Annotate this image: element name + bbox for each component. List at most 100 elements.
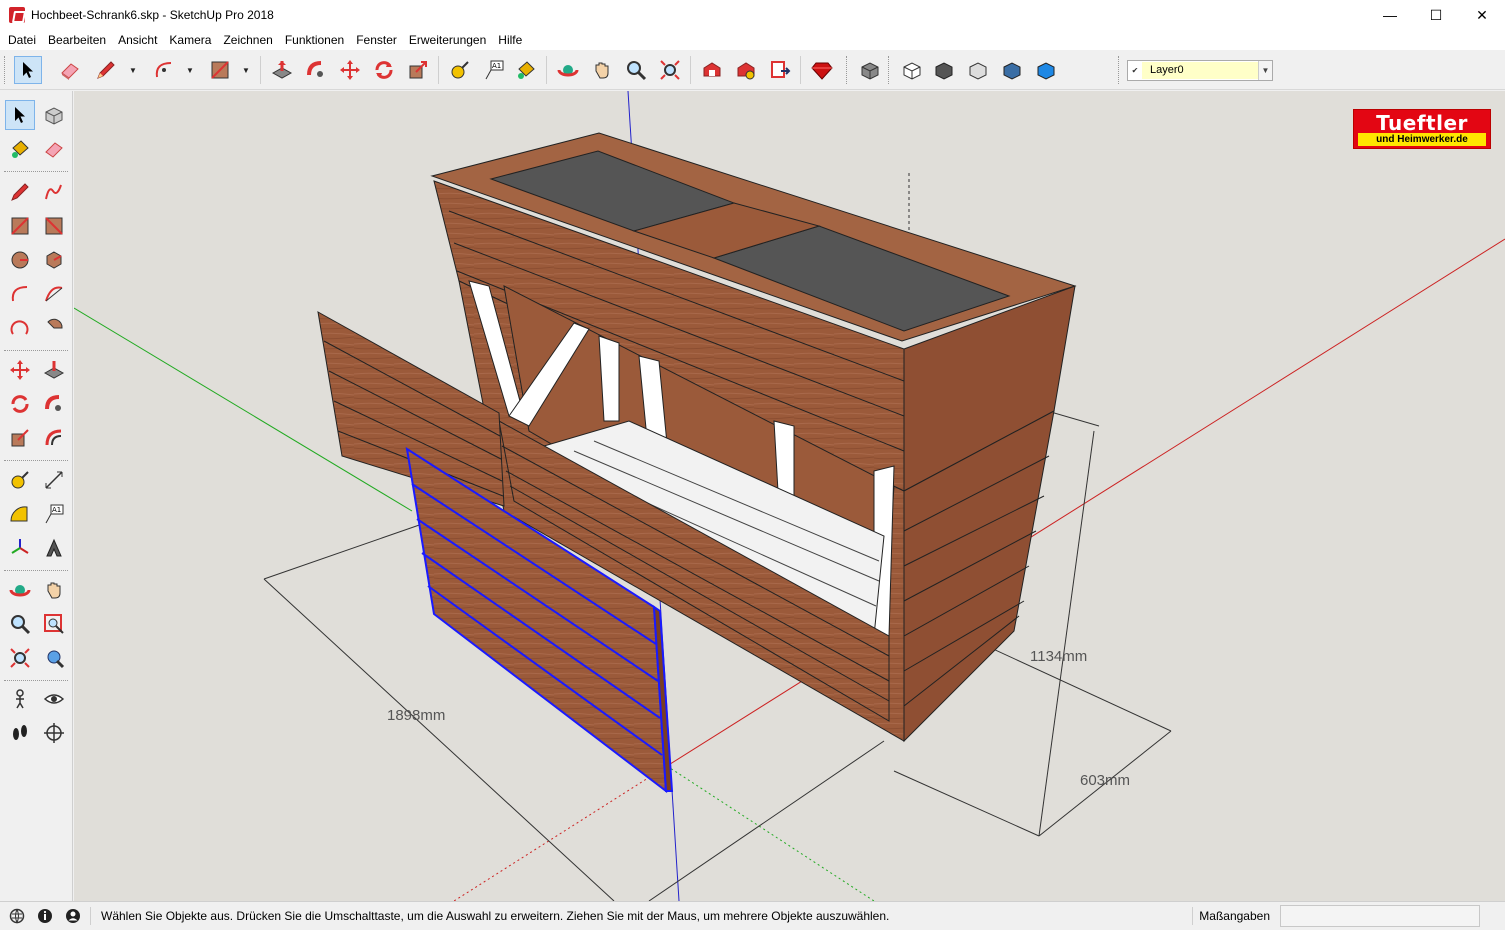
rotated-rectangle-tool-button[interactable]	[39, 211, 69, 241]
toolbar-grip[interactable]	[846, 56, 849, 84]
menu-kamera[interactable]: Kamera	[163, 33, 217, 47]
axes-tool-button[interactable]	[5, 533, 35, 563]
look-around-button[interactable]	[39, 684, 69, 714]
push-pull-tool-button[interactable]	[39, 355, 69, 385]
zoom-extents-button[interactable]	[5, 643, 35, 673]
pan-tool-button[interactable]	[39, 575, 69, 605]
left-toolbar: A1	[0, 91, 73, 901]
toolbar-grip[interactable]	[1118, 56, 1121, 84]
menu-funktionen[interactable]: Funktionen	[279, 33, 350, 47]
select-tool-button[interactable]	[14, 56, 42, 84]
make-component-button[interactable]	[39, 100, 69, 130]
rectangle-tool-button[interactable]	[5, 211, 35, 241]
menu-bearbeiten[interactable]: Bearbeiten	[42, 33, 112, 47]
scale-tool-button[interactable]	[404, 56, 432, 84]
main-toolbar: ▼ ▼ ▼ A1	[0, 50, 1505, 90]
3d-warehouse-button[interactable]	[698, 56, 726, 84]
eraser-icon	[45, 142, 63, 158]
paint-bucket-tool-button[interactable]	[512, 56, 540, 84]
pie-tool-button[interactable]	[39, 313, 69, 343]
rectangle-dropdown-arrow[interactable]: ▼	[241, 63, 251, 77]
circle-tool-button[interactable]	[5, 245, 35, 275]
polygon-tool-button[interactable]	[39, 245, 69, 275]
menu-zeichnen[interactable]: Zeichnen	[217, 33, 278, 47]
tape-measure-tool-button[interactable]	[446, 56, 474, 84]
zoom-tool-button[interactable]	[5, 609, 35, 639]
rotate-tool-button[interactable]	[5, 389, 35, 419]
zoom-tool-button[interactable]	[622, 56, 650, 84]
offset-tool-button[interactable]	[39, 423, 69, 453]
select-tool-button[interactable]	[5, 100, 35, 130]
rotate-tool-button[interactable]	[370, 56, 398, 84]
zoom-extents-button[interactable]	[656, 56, 684, 84]
two-point-arc-tool-button[interactable]	[39, 279, 69, 309]
arc-tool-button[interactable]	[5, 279, 35, 309]
menu-hilfe[interactable]: Hilfe	[492, 33, 528, 47]
menu-ansicht[interactable]: Ansicht	[112, 33, 163, 47]
paint-bucket-tool-button[interactable]	[5, 134, 35, 164]
follow-me-tool-button[interactable]	[302, 56, 330, 84]
section-plane-button[interactable]	[39, 718, 69, 748]
scale-tool-button[interactable]	[5, 423, 35, 453]
text-tool-button[interactable]: A1	[39, 499, 69, 529]
window-title: Hochbeet-Schrank6.skp - SketchUp Pro 201…	[31, 8, 274, 22]
protractor-tool-button[interactable]	[5, 499, 35, 529]
zoom-window-tool-button[interactable]	[39, 609, 69, 639]
menu-datei[interactable]: Datei	[2, 33, 42, 47]
tape-measure-tool-button[interactable]	[5, 465, 35, 495]
extension-warehouse-icon	[737, 62, 755, 80]
maximize-button[interactable]: ☐	[1413, 0, 1459, 30]
orbit-tool-button[interactable]	[5, 575, 35, 605]
menu-erweiterungen[interactable]: Erweiterungen	[403, 33, 492, 47]
component-button[interactable]	[856, 56, 884, 84]
xray-style-button[interactable]	[898, 56, 926, 84]
orbit-icon	[9, 585, 31, 597]
push-pull-tool-button[interactable]	[268, 56, 296, 84]
send-to-layout-button[interactable]	[766, 56, 794, 84]
info-icon[interactable]	[34, 905, 56, 927]
layer-dropdown-arrow[interactable]: ▼	[1258, 61, 1272, 80]
walk-button[interactable]	[5, 718, 35, 748]
shaded-textures-style-button[interactable]	[1032, 56, 1060, 84]
line-tool-button[interactable]	[5, 177, 35, 207]
3d-text-tool-button[interactable]	[39, 533, 69, 563]
move-tool-button[interactable]	[5, 355, 35, 385]
rectangle-tool-button[interactable]	[206, 56, 234, 84]
arc-tool-button[interactable]	[150, 56, 178, 84]
arc-dropdown-arrow[interactable]: ▼	[185, 63, 195, 77]
toolbar-grip[interactable]	[888, 56, 891, 84]
user-account-icon[interactable]	[62, 905, 84, 927]
extension-ruby-button[interactable]	[808, 56, 836, 84]
measurements-input[interactable]	[1280, 905, 1480, 927]
pencil-dropdown-arrow[interactable]: ▼	[128, 63, 138, 77]
orbit-tool-button[interactable]	[554, 56, 582, 84]
pencil-tool-button[interactable]	[92, 56, 120, 84]
toolbar-grip[interactable]	[4, 56, 7, 84]
push-pull-icon	[271, 61, 293, 79]
close-button[interactable]: ✕	[1459, 0, 1505, 30]
text-tool-button[interactable]: A1	[480, 56, 508, 84]
hidden-line-style-button[interactable]	[964, 56, 992, 84]
model-viewport[interactable]: 1898mm 1134mm 603mm Tueftler und Heimwer…	[74, 91, 1505, 901]
geo-location-icon[interactable]	[6, 905, 28, 927]
extension-warehouse-button[interactable]	[732, 56, 760, 84]
move-tool-button[interactable]	[336, 56, 364, 84]
previous-view-button[interactable]	[39, 643, 69, 673]
eraser-tool-button[interactable]	[56, 56, 84, 84]
layer-select[interactable]: ✔ Layer0 ▼	[1127, 60, 1273, 81]
wireframe-style-button[interactable]	[930, 56, 958, 84]
sketchup-app-icon[interactable]	[9, 7, 25, 23]
status-bar: Wählen Sie Objekte aus. Drücken Sie die …	[0, 901, 1505, 930]
position-camera-button[interactable]	[5, 684, 35, 714]
paint-bucket-icon	[518, 61, 535, 79]
pan-tool-button[interactable]	[588, 56, 616, 84]
freehand-tool-button[interactable]	[39, 177, 69, 207]
toolbar-separator	[546, 56, 547, 84]
menu-fenster[interactable]: Fenster	[350, 33, 403, 47]
dimension-tool-button[interactable]	[39, 465, 69, 495]
three-point-arc-tool-button[interactable]	[5, 313, 35, 343]
follow-me-tool-button[interactable]	[39, 389, 69, 419]
minimize-button[interactable]: —	[1367, 0, 1413, 30]
shaded-style-button[interactable]	[998, 56, 1026, 84]
eraser-tool-button[interactable]	[39, 134, 69, 164]
